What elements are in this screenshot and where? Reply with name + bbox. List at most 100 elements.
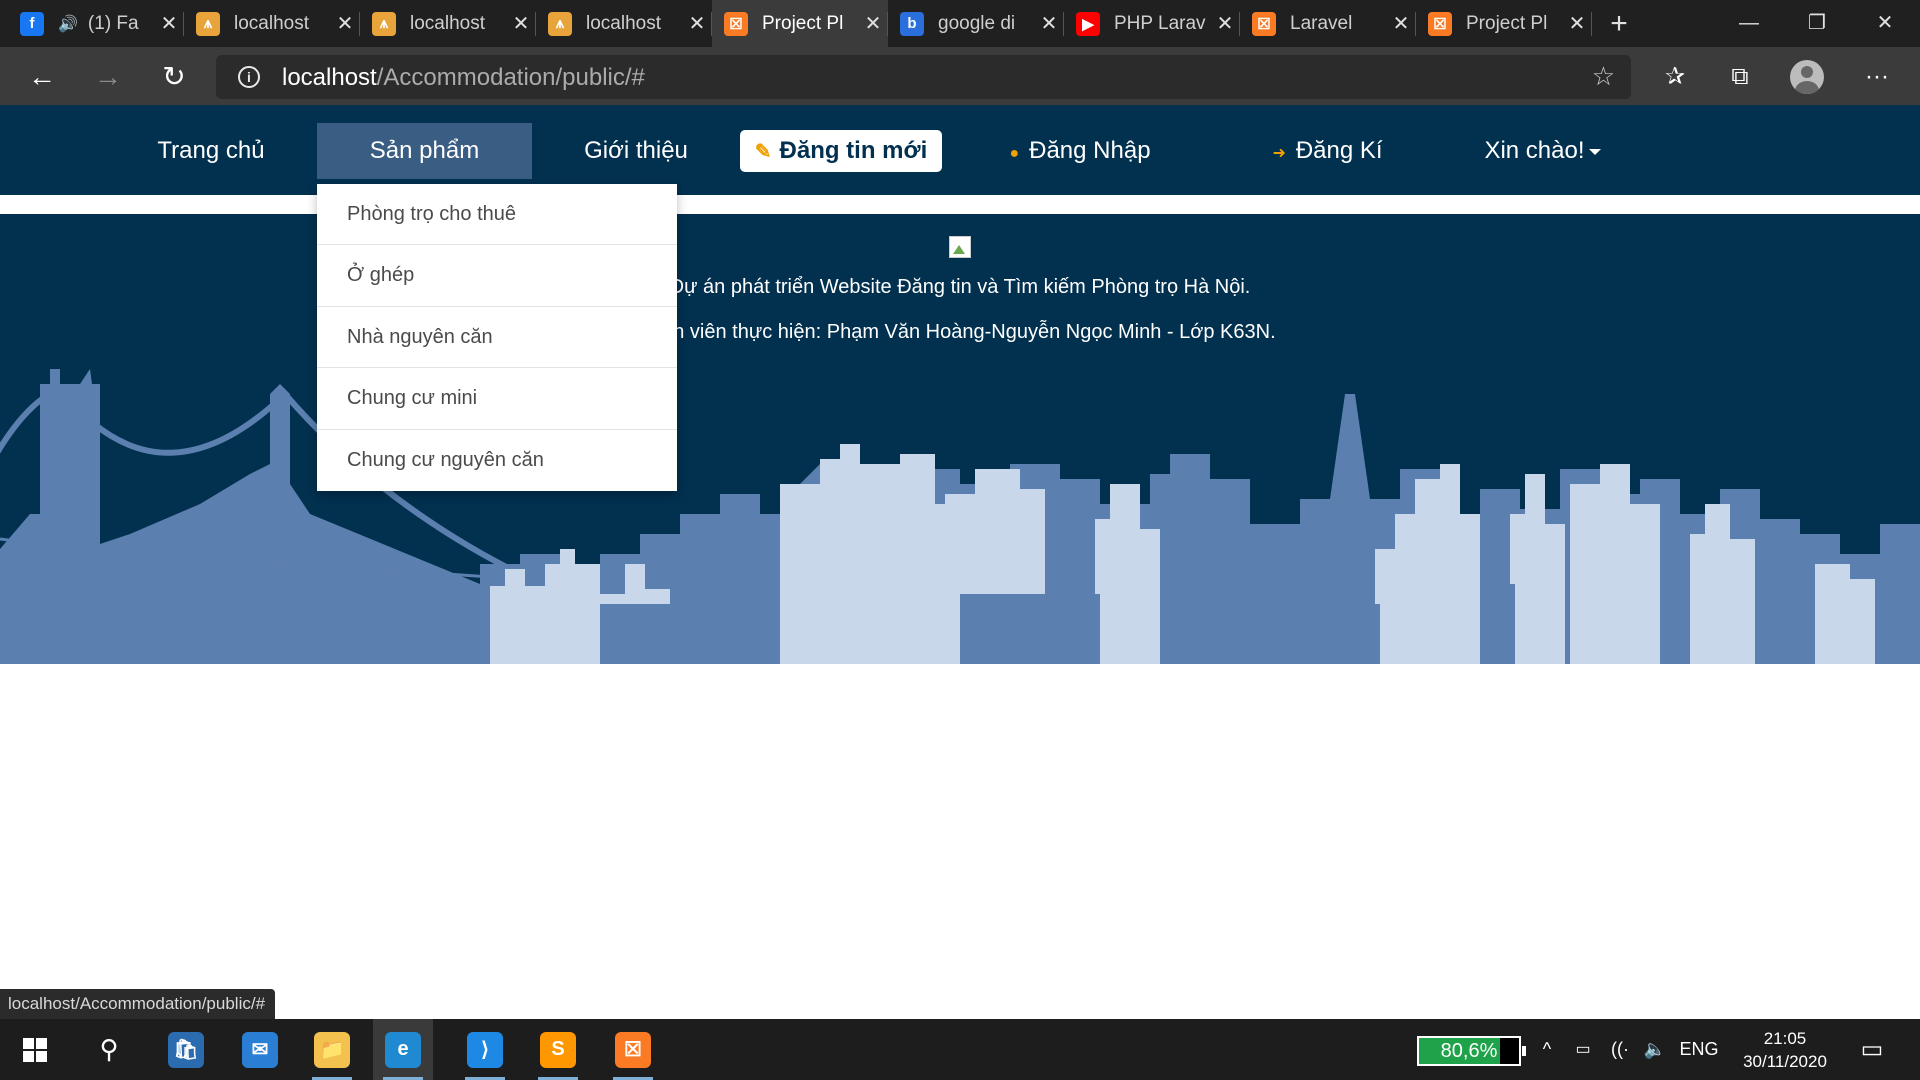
site-info-icon[interactable]: i <box>238 66 260 88</box>
browser-tab[interactable]: ⩚ localhost ✕ <box>184 0 360 47</box>
notification-icon[interactable]: ▭ <box>1852 1019 1892 1080</box>
products-dropdown-menu: Phòng trọ cho thuê Ở ghép Nhà nguyên căn Ch… <box>317 184 677 491</box>
refresh-button[interactable]: ↻ <box>152 55 196 99</box>
nav-register-label: Đăng Kí <box>1295 137 1383 164</box>
start-button[interactable] <box>5 1019 65 1080</box>
products-menu-item[interactable]: Nhà nguyên căn <box>317 307 677 369</box>
close-window-button[interactable]: ✕ <box>1852 0 1918 47</box>
minimize-button[interactable]: — <box>1716 0 1782 47</box>
battery-indicator[interactable]: 80,6% <box>1417 1036 1526 1066</box>
store-icon: 🛍 <box>168 1031 204 1068</box>
search-icon: ⚲ <box>99 1034 119 1064</box>
browser-tabstrip: f 🔊 (1) Fa ✕ ⩚ localhost ✕ ⩚ localhost ✕ ⩚ localhos… <box>0 0 1920 47</box>
user-icon: ● <box>1009 145 1020 162</box>
nav-products[interactable]: Sản phẩm <box>317 123 532 179</box>
products-menu-item[interactable]: Phòng trọ cho thuê <box>317 184 677 246</box>
clock-time: 21:05 <box>1763 1029 1807 1048</box>
nav-home[interactable]: Trang chủ <box>140 123 282 179</box>
tab-close-icon[interactable]: ✕ <box>1210 11 1240 36</box>
tab-close-icon[interactable]: ✕ <box>154 11 184 36</box>
tab-title: Project Pl <box>1466 12 1548 34</box>
edge-icon: e <box>385 1031 421 1068</box>
restore-button[interactable]: ❐ <box>1784 0 1850 47</box>
tab-close-icon[interactable]: ✕ <box>682 11 712 36</box>
post-new-button[interactable]: ✎ Đăng tin mới <box>740 130 942 172</box>
tab-close-icon[interactable]: ✕ <box>330 11 360 36</box>
youtube-icon: ▶ <box>1076 11 1100 36</box>
browser-tab[interactable]: ☒ Project Pl ✕ <box>712 0 888 47</box>
taskbar-app[interactable]: ☒ <box>603 1019 663 1080</box>
taskbar-app[interactable]: 📁 <box>302 1019 362 1080</box>
windows-taskbar: ⚲ 🛍 ✉ 📁 e ⟩ S ☒ 80,6% ^ ▭ ((· 🔈 ENG 21:05 30/1… <box>0 1019 1920 1080</box>
profile-avatar[interactable] <box>1790 60 1824 94</box>
taskbar-app[interactable]: S <box>528 1019 588 1080</box>
nav-greeting-dropdown[interactable]: Xin chào! <box>1475 123 1610 179</box>
tab-title: localhost <box>586 12 661 34</box>
clock-date: 30/11/2020 <box>1743 1052 1827 1071</box>
tab-close-icon[interactable]: ✕ <box>858 11 888 36</box>
tab-close-icon[interactable]: ✕ <box>1034 11 1064 36</box>
tab-title: Project Pl <box>762 12 844 34</box>
phpmyadmin-icon: ⩚ <box>548 11 572 36</box>
tab-title: localhost <box>234 12 309 34</box>
url-path: /Accommodation/public/# <box>376 64 645 91</box>
nav-register[interactable]: ➜ Đăng Kí <box>1255 123 1400 179</box>
address-bar[interactable]: i localhost/Accommodation/public/# ☆ <box>216 55 1631 99</box>
nav-login[interactable]: ● Đăng Nhập <box>990 123 1170 179</box>
wifi-icon[interactable]: ((· <box>1604 1019 1636 1080</box>
clock[interactable]: 21:05 30/11/2020 <box>1730 1027 1840 1073</box>
new-tab-button[interactable]: + <box>1599 4 1639 44</box>
post-new-label: Đăng tin mới <box>779 137 928 164</box>
back-button[interactable]: ← <box>20 55 64 99</box>
products-menu-item[interactable]: Chung cư nguyên căn <box>317 430 677 491</box>
tab-title: PHP Larav <box>1114 12 1206 34</box>
tab-title: Laravel <box>1290 12 1353 34</box>
products-menu-item[interactable]: Ở ghép <box>317 245 677 307</box>
language-indicator[interactable]: ENG <box>1676 1019 1722 1080</box>
audio-playing-icon[interactable]: 🔊 <box>58 14 78 34</box>
volume-icon[interactable]: 🔈 <box>1640 1019 1670 1080</box>
browser-tab[interactable]: ⩚ localhost ✕ <box>536 0 712 47</box>
browser-tab[interactable]: f 🔊 (1) Fa ✕ <box>8 0 184 47</box>
products-menu-item[interactable]: Chung cư mini <box>317 368 677 430</box>
collections-icon[interactable]: ⧉ <box>1718 55 1762 99</box>
forward-button[interactable]: → <box>86 55 130 99</box>
hero-line-1: Dự án phát triển Website Đăng tin và Tìm… <box>669 276 1251 298</box>
tab-close-icon[interactable]: ✕ <box>506 11 536 36</box>
browser-tab[interactable]: b google di ✕ <box>888 0 1064 47</box>
site-navbar: Trang chủ Sản phẩm Giới thiệu ✎ Đăng tin … <box>0 105 1920 197</box>
nav-about[interactable]: Giới thiệu <box>565 123 707 179</box>
browser-tab[interactable]: ⩚ localhost ✕ <box>360 0 536 47</box>
broken-image-icon <box>949 236 971 258</box>
caret-down-icon <box>1588 148 1601 155</box>
taskbar-app[interactable]: ✉ <box>230 1019 290 1080</box>
hero-line-2: Sinh viên thực hiện: Phạm Văn Hoàng-Nguy… <box>644 321 1276 343</box>
browser-toolbar: ← → ↻ i localhost/Accommodation/public/#… <box>0 47 1920 105</box>
xampp-icon: ☒ <box>724 11 748 36</box>
taskbar-app[interactable]: ⟩ <box>455 1019 515 1080</box>
taskbar-app[interactable]: 🛍 <box>156 1019 216 1080</box>
search-button[interactable]: ⚲ <box>79 1019 139 1080</box>
browser-tab[interactable]: ▶ PHP Larav ✕ <box>1064 0 1240 47</box>
tab-close-icon[interactable]: ✕ <box>1562 11 1592 36</box>
tab-close-icon[interactable]: ✕ <box>1386 11 1416 36</box>
phpmyadmin-icon: ⩚ <box>372 11 396 36</box>
navbar-divider <box>0 199 1920 214</box>
nav-greeting-label: Xin chào! <box>1484 137 1585 164</box>
favorites-icon[interactable]: ✰ <box>1653 55 1697 99</box>
power-icon[interactable]: ▭ <box>1568 1019 1598 1080</box>
link-status-tooltip: localhost/Accommodation/public/# <box>0 989 276 1019</box>
more-menu-icon[interactable]: ··· <box>1855 55 1899 99</box>
xampp-icon: ☒ <box>1428 11 1452 36</box>
url-host: localhost <box>282 64 377 91</box>
bing-icon: b <box>900 11 924 36</box>
vscode-icon: ⟩ <box>467 1031 503 1068</box>
tray-chevron-icon[interactable]: ^ <box>1532 1019 1562 1080</box>
url-text[interactable]: localhost/Accommodation/public/# <box>282 64 645 92</box>
browser-tab[interactable]: ☒ Project Pl ✕ <box>1416 0 1592 47</box>
xampp-icon: ☒ <box>1252 11 1276 36</box>
favorite-star-icon[interactable]: ☆ <box>1592 61 1615 92</box>
taskbar-app[interactable]: e <box>373 1019 433 1080</box>
browser-tab[interactable]: ☒ Laravel ✕ <box>1240 0 1416 47</box>
facebook-icon: f <box>20 11 44 36</box>
